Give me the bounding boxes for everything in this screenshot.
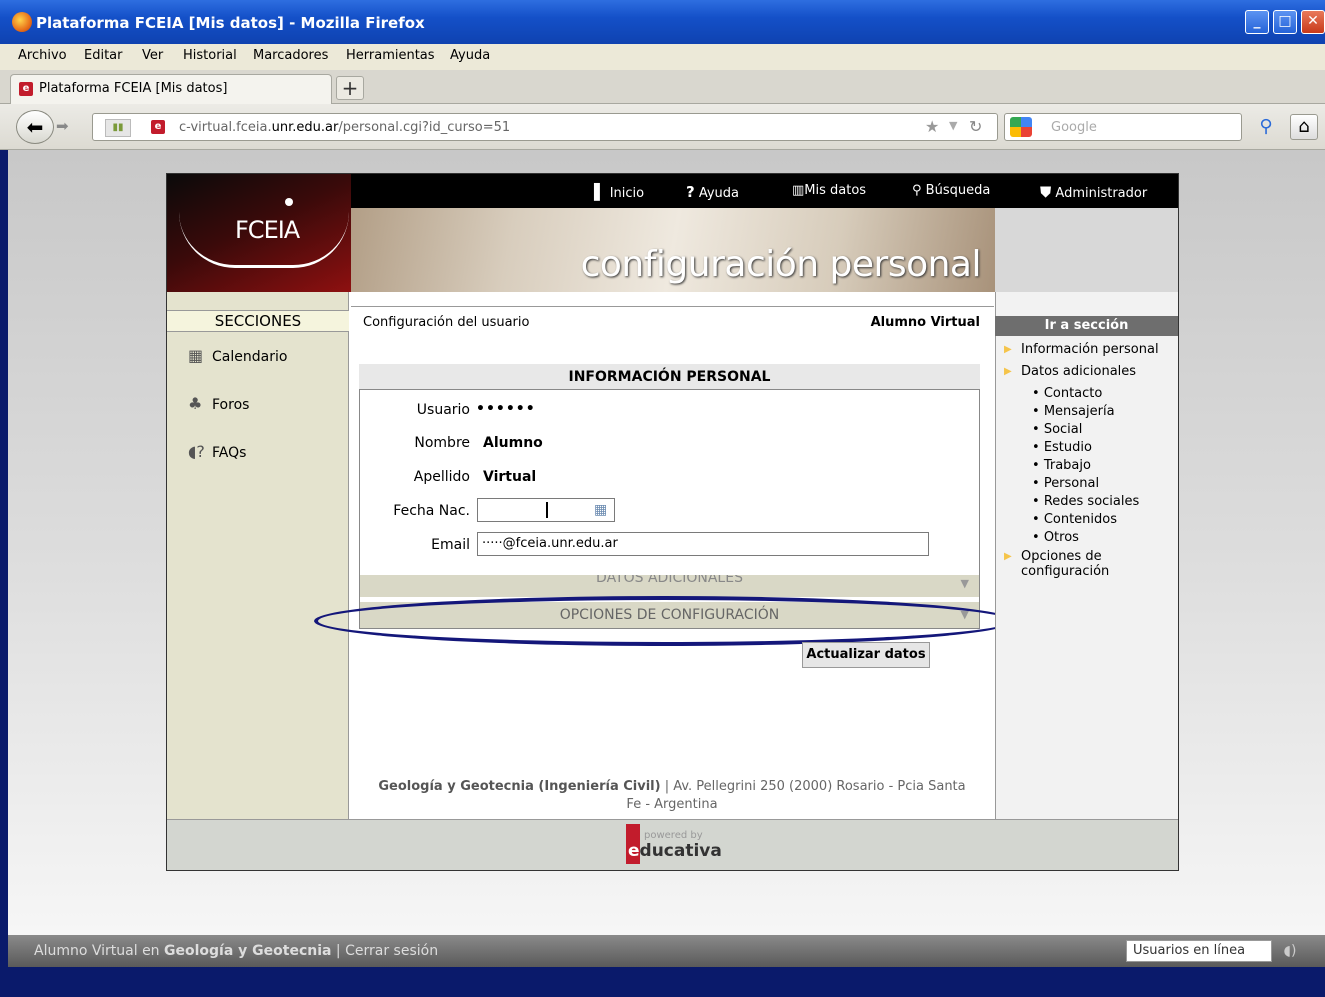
nav-administrador[interactable]: ⛊ Administrador	[1040, 183, 1147, 201]
bookmark-star-icon[interactable]: ★	[925, 117, 939, 136]
logout-link[interactable]: Cerrar sesión	[345, 943, 438, 959]
course-link[interactable]: Geología y Geotecnia	[164, 943, 331, 959]
magnifier-icon: ⚲	[912, 183, 922, 198]
link-opciones-configuracion[interactable]: Opciones de configuración	[1021, 549, 1109, 579]
nav-busqueda[interactable]: ⚲ Búsqueda	[912, 183, 990, 198]
email-field[interactable]: ·····@fceia.unr.edu.ar	[477, 532, 929, 556]
status-text: Alumno Virtual en Geología y Geotecnia |…	[34, 943, 439, 959]
google-engine-icon[interactable]	[1010, 117, 1032, 137]
forum-icon: ♣	[188, 394, 203, 413]
link-datos-adicionales[interactable]: Datos adicionales	[1021, 364, 1136, 379]
site-identity-icon[interactable]: ▮▮	[105, 119, 131, 137]
faq-icon: ◖?	[188, 442, 205, 461]
search-bar[interactable]: Google	[1004, 113, 1242, 141]
nombre-value: Alumno	[483, 435, 543, 451]
tab-title: Plataforma FCEIA [Mis datos]	[39, 81, 228, 96]
sidebar-item-calendario[interactable]: ▦ Calendario	[188, 346, 287, 365]
logo-swoosh	[179, 212, 349, 268]
link-informacion-personal[interactable]: Información personal	[1021, 342, 1159, 357]
logo-dot	[285, 198, 293, 206]
banner-title: configuración personal	[580, 244, 982, 285]
favicon-icon: e	[19, 82, 33, 96]
url-bar[interactable]: ▮▮ e c-virtual.fceia.unr.edu.ar/personal…	[92, 113, 998, 141]
dropdown-icon[interactable]: ▼	[949, 119, 957, 132]
link-contenidos[interactable]: • Contenidos	[1032, 512, 1117, 527]
sidebar	[167, 292, 349, 819]
arrow-icon: ▶	[1004, 551, 1012, 562]
email-label: Email	[431, 537, 470, 553]
link-mensajeria[interactable]: • Mensajería	[1032, 404, 1115, 419]
educativa-logo[interactable]: educativa	[628, 841, 722, 861]
menu-ayuda[interactable]: Ayuda	[450, 48, 490, 63]
link-social[interactable]: • Social	[1032, 422, 1082, 437]
link-estudio[interactable]: • Estudio	[1032, 440, 1092, 455]
calendar-picker-icon[interactable]: ▦	[594, 502, 607, 518]
highlight-ellipse	[314, 596, 1014, 646]
close-button[interactable]: ✕	[1301, 10, 1325, 34]
banner-right	[995, 208, 1178, 292]
door-icon: ▌	[594, 183, 606, 201]
nav-mis-datos[interactable]: ▥Mis datos	[792, 183, 866, 198]
page-footer: Geología y Geotecnia (Ingeniería Civil) …	[378, 779, 966, 812]
usuario-label: Usuario	[416, 402, 470, 418]
menu-archivo[interactable]: Archivo	[18, 48, 67, 63]
expand-arrow-icon: ▼	[960, 577, 969, 590]
shield-icon: ⛊	[1040, 183, 1052, 201]
powered-by-text: powered by	[644, 830, 703, 841]
search-placeholder: Google	[1051, 120, 1097, 135]
menu-historial[interactable]: Historial	[183, 48, 237, 63]
apellido-value: Virtual	[483, 469, 537, 485]
question-icon: ?	[686, 183, 695, 201]
sidebar-header: SECCIONES	[167, 310, 349, 332]
nombre-label: Nombre	[414, 435, 470, 451]
calendar-icon: ▦	[188, 346, 204, 365]
new-tab-button[interactable]: +	[336, 76, 364, 100]
fecha-input[interactable]: ▦	[477, 498, 615, 522]
link-personal[interactable]: • Personal	[1032, 476, 1099, 491]
usuario-value: ••••••	[476, 401, 536, 417]
update-button[interactable]: Actualizar datos	[802, 642, 930, 668]
search-go-icon[interactable]: ⚲	[1252, 114, 1280, 140]
nav-ayuda[interactable]: ? Ayuda	[686, 183, 739, 201]
menubar: Archivo Editar Ver Historial Marcadores …	[0, 44, 1325, 70]
menu-editar[interactable]: Editar	[84, 48, 123, 63]
site-favicon-icon: e	[151, 120, 165, 134]
fecha-label: Fecha Nac.	[393, 503, 470, 519]
link-trabajo[interactable]: • Trabajo	[1032, 458, 1091, 473]
user-name: Alumno Virtual	[870, 315, 980, 330]
forward-button[interactable]: ➡	[56, 117, 80, 137]
reload-icon[interactable]: ↻	[969, 117, 982, 136]
config-label: Configuración del usuario	[363, 315, 530, 330]
tab-active[interactable]: e Plataforma FCEIA [Mis datos]	[10, 74, 332, 104]
link-redes-sociales[interactable]: • Redes sociales	[1032, 494, 1139, 509]
text-cursor	[546, 502, 548, 518]
arrow-icon: ▶	[1004, 366, 1012, 377]
arrow-icon: ▶	[1004, 344, 1012, 355]
back-button[interactable]: ⬅	[16, 110, 54, 144]
menu-herramientas[interactable]: Herramientas	[346, 48, 435, 63]
sidebar-item-faqs[interactable]: ◖? FAQs	[188, 442, 246, 461]
datos-adicionales-section[interactable]: DATOS ADICIONALES ▼	[360, 575, 979, 597]
window-titlebar: Plataforma FCEIA [Mis datos] - Mozilla F…	[0, 0, 1325, 44]
fceia-logo[interactable]: FCEIA	[167, 174, 351, 292]
section-nav-header: Ir a sección	[995, 316, 1178, 336]
link-contacto[interactable]: • Contacto	[1032, 386, 1102, 401]
url-text: c-virtual.fceia.unr.edu.ar/personal.cgi?…	[179, 120, 511, 135]
menu-ver[interactable]: Ver	[142, 48, 163, 63]
home-button[interactable]: ⌂	[1290, 114, 1318, 140]
nav-inicio[interactable]: ▌ Inicio	[594, 183, 644, 201]
header-banner: configuración personal	[351, 208, 995, 292]
link-otros[interactable]: • Otros	[1032, 530, 1079, 545]
sidebar-item-foros[interactable]: ♣ Foros	[188, 394, 249, 413]
minimize-button[interactable]: _	[1245, 10, 1269, 34]
file-icon: ▥	[792, 183, 805, 198]
speaker-icon[interactable]: ◖)	[1276, 940, 1304, 962]
online-users-button[interactable]: Usuarios en línea	[1126, 940, 1272, 962]
menu-marcadores[interactable]: Marcadores	[253, 48, 328, 63]
info-panel-title: INFORMACIÓN PERSONAL	[359, 364, 980, 390]
maximize-button[interactable]: □	[1273, 10, 1297, 34]
apellido-label: Apellido	[413, 469, 470, 485]
window-title: Plataforma FCEIA [Mis datos] - Mozilla F…	[36, 14, 425, 32]
firefox-icon	[12, 12, 32, 32]
